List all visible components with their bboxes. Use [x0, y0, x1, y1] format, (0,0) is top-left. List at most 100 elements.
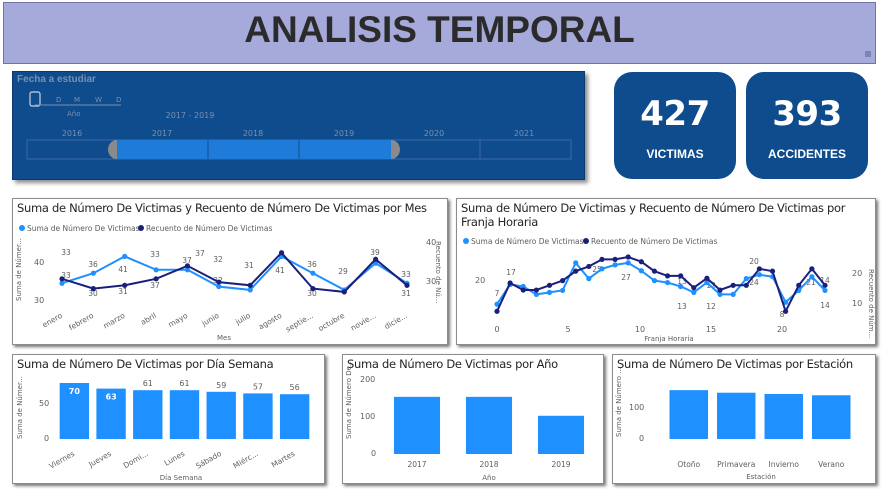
data-point[interactable]: [822, 282, 828, 288]
bar-value-label: 59: [216, 381, 226, 390]
data-point[interactable]: [573, 260, 579, 266]
data-point[interactable]: [90, 286, 96, 292]
data-label: 33: [401, 270, 411, 279]
data-point[interactable]: [796, 282, 802, 288]
data-point[interactable]: [638, 268, 644, 274]
data-point[interactable]: [507, 280, 513, 286]
chart-canvas: Suma de Número De... 200 100 0 Año 2017 2…: [345, 359, 585, 482]
bar[interactable]: [537, 415, 585, 454]
data-point[interactable]: [704, 275, 710, 281]
data-point[interactable]: [546, 289, 553, 295]
bar[interactable]: [169, 390, 200, 439]
data-point[interactable]: [310, 286, 316, 292]
data-point[interactable]: [625, 260, 631, 266]
data-point[interactable]: [520, 287, 526, 293]
level-selector-handle[interactable]: [29, 91, 41, 107]
data-point[interactable]: [783, 308, 789, 314]
data-point[interactable]: [664, 279, 671, 286]
range-start-handle[interactable]: [108, 140, 117, 159]
data-point[interactable]: [730, 282, 736, 288]
bar[interactable]: [669, 390, 708, 439]
bar[interactable]: [465, 396, 513, 454]
data-point[interactable]: [216, 279, 222, 285]
chart-by-year[interactable]: Suma de Número De Victimas por Año Suma …: [342, 354, 604, 484]
data-point[interactable]: [533, 287, 539, 293]
data-point[interactable]: [599, 256, 605, 262]
data-point[interactable]: [756, 266, 762, 272]
data-point[interactable]: [586, 263, 592, 270]
level-m[interactable]: M: [74, 96, 80, 104]
data-point[interactable]: [404, 282, 410, 288]
data-point[interactable]: [638, 259, 644, 265]
data-point[interactable]: [678, 283, 684, 290]
bar[interactable]: [279, 394, 310, 439]
data-point[interactable]: [247, 287, 253, 293]
data-point[interactable]: [494, 308, 500, 314]
data-point[interactable]: [341, 289, 347, 295]
chart-by-month[interactable]: Suma de Número De Victimas y Recuento de…: [12, 198, 448, 345]
level-d2[interactable]: D: [116, 96, 121, 104]
data-point[interactable]: [756, 272, 762, 278]
data-point[interactable]: [153, 267, 159, 273]
data-point[interactable]: [310, 270, 316, 276]
date-slicer[interactable]: Fecha a estudiar D M W D Año 2017 - 2019…: [12, 71, 585, 180]
data-point[interactable]: [769, 268, 776, 274]
data-point[interactable]: [691, 285, 697, 291]
data-point[interactable]: [651, 278, 658, 284]
data-point[interactable]: [184, 263, 191, 269]
level-d[interactable]: D: [56, 96, 61, 104]
data-point[interactable]: [278, 250, 285, 256]
data-point[interactable]: [573, 268, 579, 274]
bar[interactable]: [812, 395, 851, 439]
data-point[interactable]: [612, 256, 618, 262]
data-point[interactable]: [546, 282, 553, 288]
data-point[interactable]: [153, 276, 159, 282]
chart-by-weekday[interactable]: Suma de Número De Victimas por Día Seman…: [12, 354, 325, 484]
data-point[interactable]: [625, 254, 631, 260]
bar[interactable]: [717, 392, 756, 439]
chart-by-season[interactable]: Suma de Número De Victimas por Estación …: [612, 354, 876, 484]
data-label: 41: [275, 266, 285, 275]
data-point[interactable]: [809, 274, 815, 280]
bar[interactable]: [206, 391, 236, 439]
chart-by-time-slot[interactable]: Suma de Número De Victimas y Recuento de…: [456, 198, 876, 345]
data-point[interactable]: [216, 283, 222, 290]
data-point[interactable]: [560, 278, 566, 284]
data-point[interactable]: [822, 287, 828, 294]
data-point[interactable]: [373, 256, 379, 262]
level-w[interactable]: W: [95, 96, 102, 104]
data-point[interactable]: [743, 282, 749, 288]
bar[interactable]: [243, 393, 273, 439]
data-point[interactable]: [717, 287, 723, 293]
x-tick: Lunes: [163, 449, 187, 468]
data-point[interactable]: [612, 262, 618, 268]
bar[interactable]: [133, 390, 163, 439]
x-tick: junio: [199, 311, 221, 329]
data-point[interactable]: [678, 273, 684, 279]
data-point[interactable]: [59, 276, 65, 282]
data-point[interactable]: [730, 291, 736, 297]
data-point[interactable]: [599, 266, 605, 272]
data-point[interactable]: [122, 253, 128, 260]
data-point[interactable]: [586, 276, 592, 282]
legend-label-series1: Suma de Número De Victimas: [471, 237, 584, 246]
victims-label: VICTIMAS: [646, 147, 704, 161]
data-point[interactable]: [809, 266, 815, 272]
data-point[interactable]: [743, 276, 749, 282]
data-point[interactable]: [122, 282, 128, 288]
x-tick: 5: [565, 325, 570, 334]
victims-value: 427: [640, 94, 710, 134]
bar[interactable]: [764, 394, 803, 439]
data-point[interactable]: [691, 289, 697, 295]
data-point[interactable]: [247, 282, 253, 288]
data-point[interactable]: [560, 287, 566, 294]
data-point[interactable]: [664, 273, 671, 279]
data-point[interactable]: [90, 270, 96, 276]
bar[interactable]: [393, 396, 441, 454]
y-axis-title-right: Recuento de Nú...: [434, 241, 442, 303]
level-label: Año: [67, 110, 81, 118]
range-end-handle[interactable]: [391, 140, 400, 159]
selected-range[interactable]: [113, 140, 395, 159]
slicer-timeline[interactable]: D M W D Año 2017 - 2019 2016 2017 2018 2…: [13, 72, 586, 181]
data-point[interactable]: [651, 268, 658, 274]
